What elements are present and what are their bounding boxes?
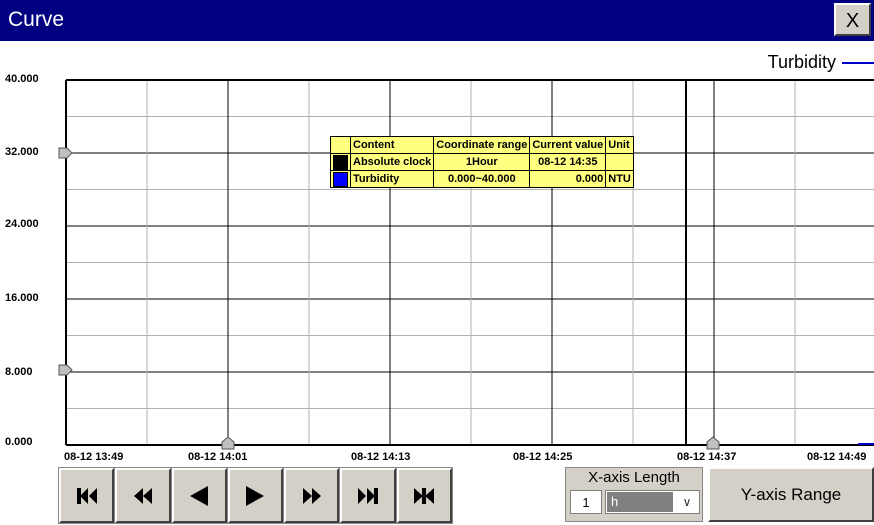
info-value: 08-12 14:35 [529,153,607,171]
info-row-clock: Absolute clock 1Hour 08-12 14:35 [330,153,634,171]
skip-first-icon [76,487,97,504]
x-axis-length-panel: X-axis Length 1 h ∨ [565,467,703,522]
jump-current-button[interactable] [396,468,452,523]
x-axis-unit-select[interactable]: h ∨ [605,490,700,514]
last-page-button[interactable] [340,468,396,523]
x-tick-label: 08-12 14:25 [513,451,573,463]
x-axis-length-input[interactable]: 1 [570,490,602,514]
y-axis-marker [58,364,73,376]
x-tick-label: 08-12 13:49 [64,451,124,463]
fast-backward-icon [133,487,152,504]
info-header-content: Content [349,136,435,154]
info-range: 1Hour [433,153,531,171]
x-tick-label: 08-12 14:13 [351,451,411,463]
info-value: 0.000 [529,170,607,188]
info-unit: NTU [605,170,634,188]
step-forward-icon [246,485,265,506]
step-back-button[interactable] [171,468,227,523]
x-axis-marker [221,436,235,450]
series-swatch [333,154,348,170]
info-row-turbidity: Turbidity 0.000~40.000 0.000 NTU [330,170,634,188]
fast-back-button[interactable] [115,468,171,523]
info-unit [605,153,634,171]
x-axis-unit-value: h [607,492,673,512]
info-content: Turbidity [349,170,435,188]
fast-forward-icon [302,487,321,504]
x-tick-label: 08-12 14:49 [807,451,867,463]
y-axis-marker [58,147,73,159]
x-axis-length-label: X-axis Length [588,469,680,486]
chevron-down-icon[interactable]: ∨ [675,491,699,513]
navigation-toolbar [58,467,453,524]
first-page-button[interactable] [59,468,115,523]
plot-grid [65,79,874,446]
info-content: Absolute clock [349,153,435,171]
series-swatch [333,171,348,187]
info-header-unit: Unit [605,136,634,154]
info-header-value: Current value [529,136,607,154]
x-tick-label: 08-12 14:01 [188,451,248,463]
info-header-range: Coordinate range [433,136,531,154]
info-header-swatch [330,136,351,154]
info-range: 0.000~40.000 [433,170,531,188]
x-axis-marker [706,436,720,450]
curve-plot-area[interactable] [0,0,874,470]
step-backward-icon [190,485,209,506]
x-tick-label: 08-12 14:37 [677,451,737,463]
info-table-header: Content Coordinate range Current value U… [330,136,634,154]
fast-forward-button[interactable] [284,468,340,523]
skip-last-icon [358,487,379,504]
y-axis-range-button[interactable]: Y-axis Range [708,467,874,522]
step-forward-button[interactable] [227,468,284,523]
cursor-info-table: Content Coordinate range Current value U… [330,136,634,188]
jump-current-icon [414,487,435,504]
